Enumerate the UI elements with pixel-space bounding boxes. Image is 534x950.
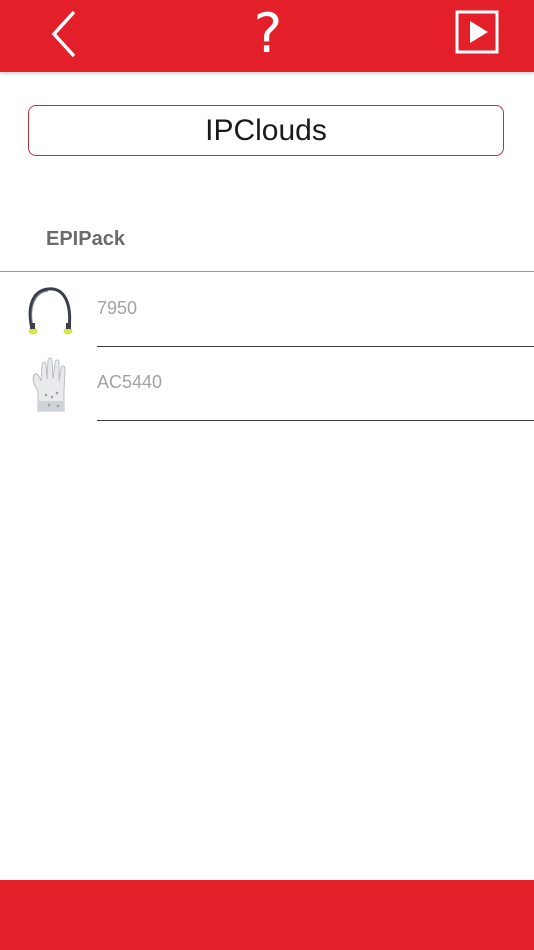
bottom-bar — [0, 880, 534, 950]
back-button[interactable] — [44, 8, 84, 60]
play-button[interactable] — [455, 10, 499, 54]
play-square-icon — [455, 10, 499, 54]
help-button[interactable]: ? — [246, 4, 290, 64]
list-item[interactable]: AC5440 — [0, 347, 534, 421]
list-item[interactable]: 7950 — [0, 273, 534, 347]
protective-glove-icon — [32, 357, 66, 412]
item-label: AC5440 — [97, 372, 163, 392]
app-title: IPClouds — [205, 114, 327, 147]
top-bar: ? — [0, 0, 534, 72]
section-divider — [0, 271, 534, 272]
ear-protection-headband-icon — [28, 287, 73, 335]
help-icon: ? — [253, 2, 283, 65]
section-title: EPIPack — [46, 228, 125, 250]
app-title-box: IPClouds — [28, 105, 504, 156]
item-divider — [97, 420, 534, 421]
chevron-left-icon — [51, 10, 76, 58]
item-label: 7950 — [97, 298, 138, 318]
